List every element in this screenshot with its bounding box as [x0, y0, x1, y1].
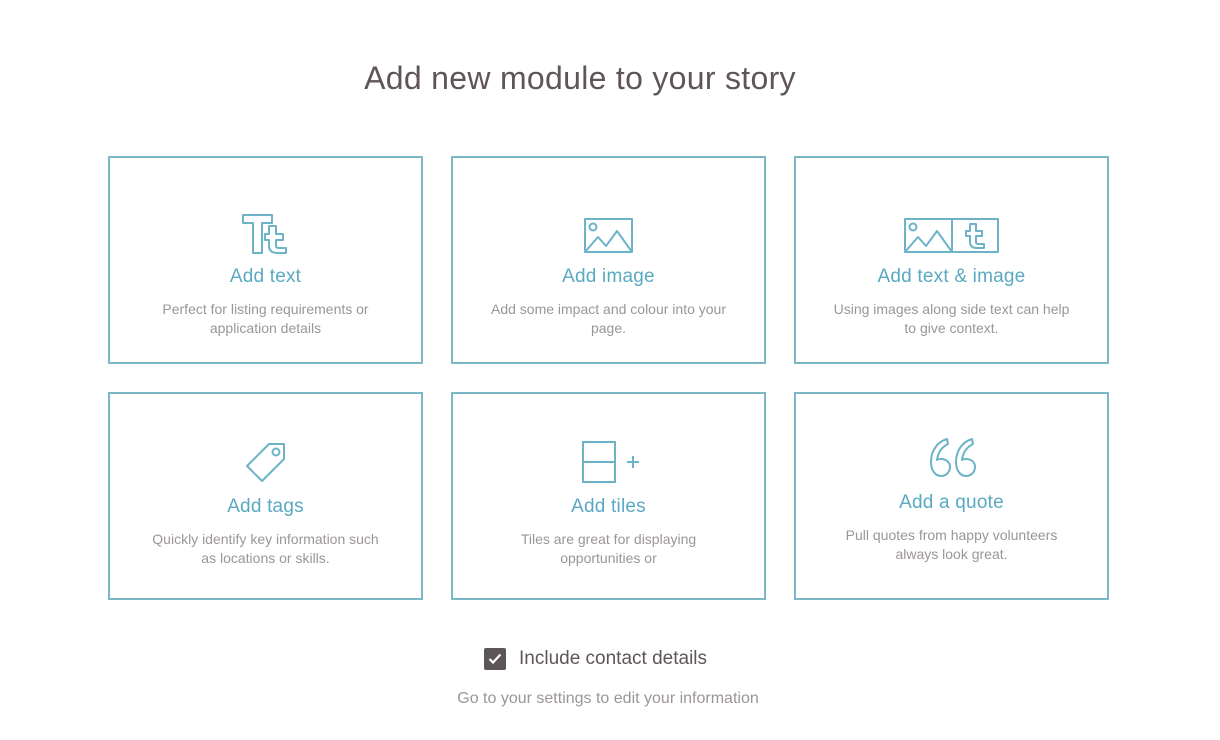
card-description: Pull quotes from happy volunteers always… — [845, 527, 1058, 562]
checkmark-icon — [488, 653, 502, 665]
card-title: Add text — [229, 266, 302, 287]
card-title: Add text & image — [877, 266, 1026, 287]
text-image-icon — [903, 210, 1000, 254]
card-title: Add image — [562, 266, 655, 287]
card-description: Quickly identify key information such as… — [152, 531, 379, 566]
card-description: Perfect for listing requirements or appl… — [162, 301, 369, 336]
image-icon — [583, 210, 634, 254]
add-text-card[interactable]: Add text Perfect for listing requirement… — [108, 156, 423, 364]
card-title: Add tiles — [571, 496, 646, 517]
tag-icon — [244, 440, 288, 484]
card-description: Tiles are great for displaying opportuni… — [520, 531, 697, 566]
add-quote-card[interactable]: Add a quote Pull quotes from happy volun… — [794, 392, 1109, 600]
include-contact-toggle[interactable]: Include contact details — [484, 648, 707, 670]
contact-checkbox[interactable] — [484, 648, 506, 670]
module-grid: Add text Perfect for listing requirement… — [108, 156, 1109, 600]
page-title: Add new module to your story — [364, 60, 796, 96]
card-title: Add tags — [227, 496, 304, 517]
add-tags-card[interactable]: Add tags Quickly identify key informatio… — [108, 392, 423, 600]
add-image-card[interactable]: Add image Add some impact and colour int… — [451, 156, 766, 364]
contact-label: Include contact details — [519, 648, 708, 669]
card-description: Add some impact and colour into your pag… — [490, 301, 726, 336]
settings-note: Go to your settings to edit your informa… — [457, 690, 759, 707]
add-text-image-card[interactable]: Add text & image Using images along side… — [794, 156, 1109, 364]
text-format-icon — [241, 210, 290, 254]
quote-icon — [928, 436, 976, 480]
tiles-add-icon — [577, 440, 641, 484]
card-title: Add a quote — [899, 492, 1004, 513]
add-tiles-card[interactable]: Add tiles Tiles are great for displaying… — [451, 392, 766, 600]
card-description: Using images along side text can help to… — [833, 301, 1070, 336]
